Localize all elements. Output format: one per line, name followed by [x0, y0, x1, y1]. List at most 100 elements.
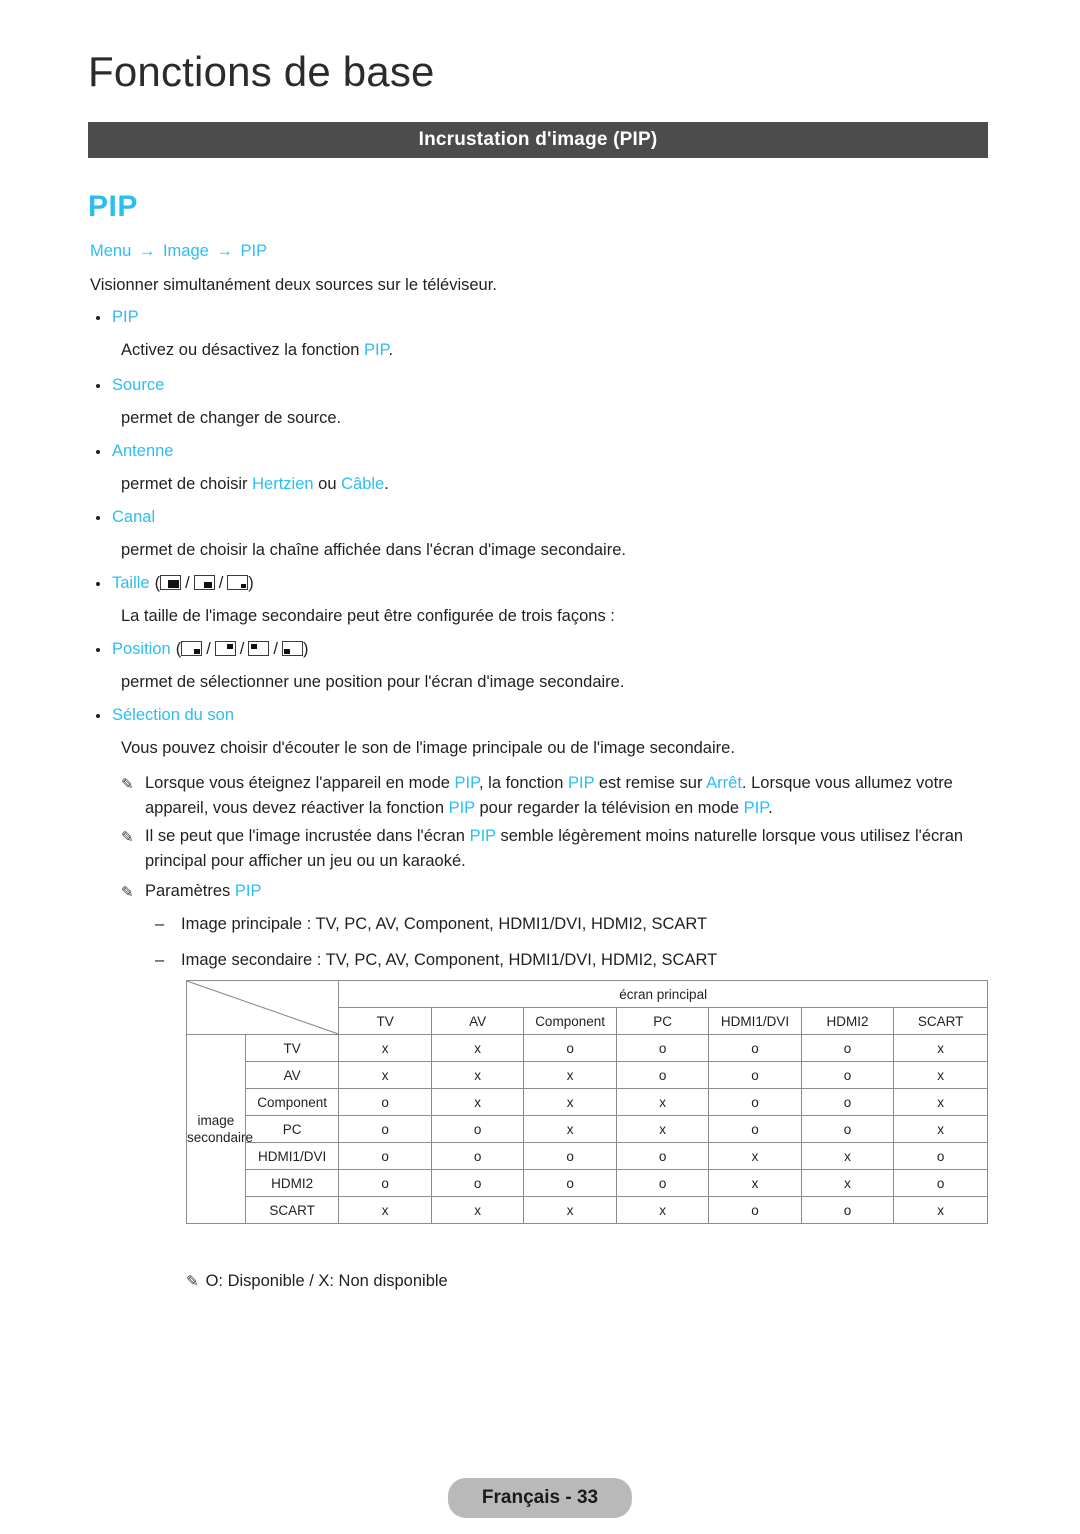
breadcrumb-item-image[interactable]: Image — [163, 242, 209, 260]
table-row-label-6: SCART — [244, 1196, 340, 1224]
table-cell-6-6: x — [893, 1196, 988, 1224]
table-cell-3-2: x — [523, 1115, 617, 1143]
table-cell-1-0: x — [338, 1061, 432, 1089]
bullet-desc-pip-post: . — [388, 341, 394, 359]
table-cell-6-5: o — [800, 1196, 895, 1224]
table-row: AV x x x o o o x — [187, 1061, 988, 1089]
table-cell-2-6: x — [893, 1088, 988, 1116]
table-cell-6-3: x — [615, 1196, 710, 1224]
table-row: image secondaire TV x x o o o o x — [186, 1034, 988, 1224]
table-cell-0-4: o — [708, 1034, 802, 1062]
note-1-a3: Arrêt — [706, 774, 742, 792]
chevron-right-icon: → — [138, 242, 156, 260]
bullet-dot-icon — [96, 647, 100, 652]
bullet-item-pip: PIP — [96, 308, 139, 327]
table-col-header-3: PC — [615, 1007, 710, 1035]
table-cell-1-1: x — [430, 1061, 525, 1089]
table-cell-1-4: o — [708, 1061, 802, 1089]
bullet-dot-icon — [96, 713, 100, 718]
table-cell-0-1: x — [430, 1034, 525, 1062]
table-cell-3-6: x — [893, 1115, 988, 1143]
position-bottom-left-icon — [281, 641, 303, 656]
table-cell-3-1: o — [430, 1115, 525, 1143]
table-cell-6-2: x — [523, 1196, 617, 1224]
table-cell-1-3: o — [615, 1061, 710, 1089]
table-row: HDMI1/DVI o o o o x x o — [187, 1142, 988, 1170]
bullet-item-source: Source — [96, 376, 164, 395]
table-col-header-2: Component — [523, 1007, 617, 1035]
table-col-header-5: HDMI2 — [800, 1007, 895, 1035]
table-row: SCART x x x x o o x — [187, 1196, 988, 1224]
position-top-left-icon — [248, 641, 270, 656]
table-main-screen-header: écran principal — [338, 980, 988, 1008]
note-3-a1: PIP — [234, 882, 262, 900]
table-cell-4-0: o — [338, 1142, 432, 1170]
note-1-p3: est remise sur — [594, 774, 707, 792]
note-3-text: Paramètres PIP — [145, 879, 1001, 904]
bullet-dot-icon — [96, 315, 100, 320]
note-2-p1: Il se peut que l'image incrustée dans l'… — [145, 827, 470, 845]
dash-mark-icon: – — [155, 951, 165, 969]
table-row-label-4: HDMI1/DVI — [244, 1142, 340, 1170]
table-cell-3-5: o — [800, 1115, 895, 1143]
bullet-dot-icon — [96, 383, 100, 388]
table-corner-diagonal-cell — [185, 980, 340, 1035]
note-3-p1: Paramètres — [145, 882, 235, 900]
note-1-p1: Lorsque vous éteignez l'appareil en mode — [145, 774, 455, 792]
bullet-desc-pip: Activez ou désactivez la fonction PIP. — [121, 341, 393, 360]
table-cell-2-5: o — [800, 1088, 895, 1116]
table-cell-3-0: o — [338, 1115, 432, 1143]
table-cell-1-6: x — [893, 1061, 988, 1089]
table-row: Component o x x x o o x — [187, 1088, 988, 1116]
table-cell-1-2: x — [523, 1061, 617, 1089]
table-cell-2-0: o — [338, 1088, 432, 1116]
table-cell-0-6: x — [893, 1034, 988, 1062]
taille-icons-group: (/ /) — [154, 574, 254, 592]
table-cell-3-4: o — [708, 1115, 802, 1143]
note-1-a5: PIP — [743, 799, 769, 817]
breadcrumb-item-menu[interactable]: Menu — [90, 242, 131, 260]
table-cell-5-4: x — [708, 1169, 802, 1197]
pencil-note-icon: ✎ — [186, 1273, 199, 1290]
table-cell-3-3: x — [615, 1115, 710, 1143]
table-legend-text: O: Disponible / X: Non disponible — [205, 1272, 448, 1290]
bullet-desc-antenne: permet de choisir Hertzien ou Câble. — [121, 475, 389, 494]
table-cell-4-6: o — [893, 1142, 988, 1170]
table-legend: ✎ O: Disponible / X: Non disponible — [186, 1272, 448, 1291]
table-cell-0-3: o — [615, 1034, 710, 1062]
bullet-label-position: Position — [112, 640, 171, 658]
table-cell-0-5: o — [800, 1034, 895, 1062]
table-row: HDMI2 o o o o x x o — [187, 1169, 988, 1197]
dash-item-main-picture-text: Image principale : TV, PC, AV, Component… — [181, 915, 708, 933]
note-2-a1: PIP — [469, 827, 496, 845]
bullet-item-position: Position (/ / /) — [96, 640, 308, 659]
table-cell-2-4: o — [708, 1088, 802, 1116]
note-1-a1: PIP — [454, 774, 479, 792]
diagonal-line-icon — [187, 981, 339, 1034]
table-cell-4-4: x — [708, 1142, 802, 1170]
breadcrumb: Menu → Image → PIP — [90, 242, 267, 261]
bullet-desc-antenne-accent1: Hertzien — [252, 475, 314, 493]
bullet-label-selection-son: Sélection du son — [112, 706, 235, 724]
bullet-item-selection-son: Sélection du son — [96, 706, 234, 725]
table-col-header-1: AV — [430, 1007, 525, 1035]
table-cell-0-0: x — [338, 1034, 432, 1062]
table-cell-6-0: x — [338, 1196, 432, 1224]
table-cell-5-5: x — [800, 1169, 895, 1197]
table-cell-2-1: x — [430, 1088, 525, 1116]
page-footer-badge: Français - 33 — [447, 1478, 633, 1518]
table-col-header-0: TV — [338, 1007, 432, 1035]
table-cell-5-1: o — [430, 1169, 525, 1197]
table-cell-5-6: o — [893, 1169, 988, 1197]
table-row-label-0: TV — [244, 1034, 340, 1062]
pencil-note-icon: ✎ — [121, 776, 134, 793]
bullet-label-source: Source — [112, 376, 165, 394]
note-1-a2: PIP — [567, 774, 595, 792]
breadcrumb-item-pip[interactable]: PIP — [241, 242, 268, 260]
bullet-desc-pip-pre: Activez ou désactivez la fonction — [121, 341, 365, 359]
note-1-p5: pour regarder la télévision en mode — [474, 799, 744, 817]
dash-item-main-picture: – Image principale : TV, PC, AV, Componen… — [155, 915, 707, 934]
pip-compatibility-table: écran principal TV AV Component PC HDMI1… — [185, 980, 988, 1224]
table-cell-1-5: o — [800, 1061, 895, 1089]
table-cell-5-3: o — [615, 1169, 710, 1197]
